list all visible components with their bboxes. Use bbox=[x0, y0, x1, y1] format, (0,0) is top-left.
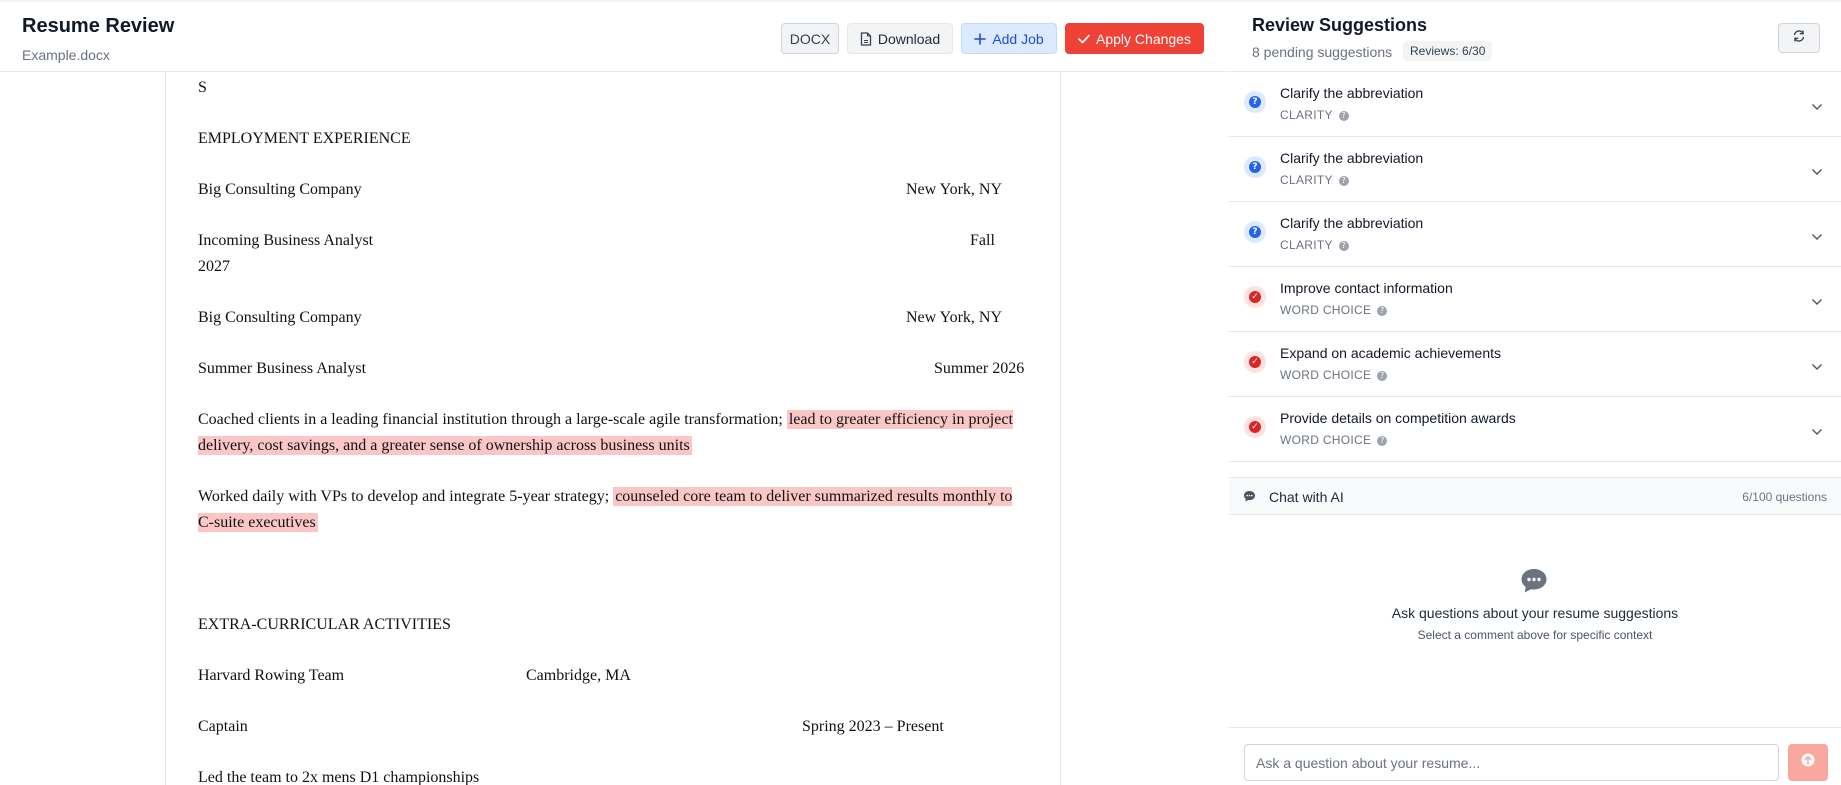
docx-label: DOCX bbox=[789, 30, 831, 47]
help-icon[interactable]: ? bbox=[1338, 110, 1349, 121]
file-icon bbox=[860, 31, 872, 46]
file-name: Example.docx bbox=[22, 47, 110, 63]
activity-location: Cambridge, MA bbox=[526, 667, 631, 684]
review-title: Review Suggestions bbox=[1252, 15, 1428, 35]
suggestion-item[interactable]: ? Clarify the abbreviation CLARITY? bbox=[1229, 137, 1841, 202]
job-location: New York, NY bbox=[906, 181, 1003, 198]
activity-role: Captain bbox=[198, 718, 248, 735]
job-date-continued: 2027 bbox=[198, 258, 230, 275]
suggestion-category: WORD CHOICE? bbox=[1280, 368, 1388, 382]
job-bullet: Worked daily with VPs to develop and int… bbox=[198, 484, 1028, 536]
send-button[interactable] bbox=[1788, 744, 1828, 781]
suggestion-item[interactable]: ? Clarify the abbreviation CLARITY? bbox=[1229, 202, 1841, 267]
chat-input[interactable] bbox=[1244, 744, 1779, 781]
suggestion-title: Clarify the abbreviation bbox=[1280, 215, 1424, 231]
chat-empty-subtitle: Select a comment above for specific cont… bbox=[1417, 628, 1653, 642]
chevron-down-icon[interactable] bbox=[1811, 358, 1823, 376]
chevron-down-icon[interactable] bbox=[1811, 228, 1823, 246]
help-icon[interactable]: ? bbox=[1338, 175, 1349, 186]
help-icon[interactable]: ? bbox=[1338, 240, 1349, 251]
category-label: CLARITY bbox=[1280, 108, 1333, 122]
pending-count: 8 pending suggestions bbox=[1252, 44, 1393, 60]
job-role: Incoming Business Analyst bbox=[198, 232, 374, 249]
job-company: Big Consulting Company bbox=[198, 181, 362, 198]
document-page: S EMPLOYMENT EXPERIENCE Big Consulting C… bbox=[165, 72, 1061, 785]
send-arrow-icon bbox=[1801, 753, 1815, 772]
check-circle-icon: ✓ bbox=[1244, 286, 1266, 308]
job-location: New York, NY bbox=[906, 309, 1003, 326]
reviews-badge: Reviews: 6/30 bbox=[1403, 41, 1493, 61]
chevron-down-icon[interactable] bbox=[1811, 293, 1823, 311]
refresh-icon bbox=[1792, 29, 1806, 48]
suggestion-title: Provide details on competition awards bbox=[1280, 410, 1516, 426]
suggestion-title: Clarify the abbreviation bbox=[1280, 85, 1424, 101]
category-label: CLARITY bbox=[1280, 173, 1333, 187]
suggestion-item[interactable]: ✓ Expand on academic achievements WORD C… bbox=[1229, 332, 1841, 397]
help-icon[interactable]: ? bbox=[1377, 305, 1388, 316]
category-label: WORD CHOICE bbox=[1280, 368, 1372, 382]
suggestion-category: CLARITY? bbox=[1280, 108, 1349, 122]
chat-bubble-icon bbox=[1243, 490, 1256, 508]
suggestion-category: CLARITY? bbox=[1280, 238, 1349, 252]
section-heading-employment: EMPLOYMENT EXPERIENCE bbox=[198, 130, 411, 147]
check-circle-icon: ✓ bbox=[1244, 416, 1266, 438]
question-circle-icon: ? bbox=[1244, 91, 1266, 113]
activity-date: Spring 2023 – Present bbox=[802, 718, 944, 735]
job-date: Summer 2026 bbox=[934, 360, 1025, 377]
suggestion-category: WORD CHOICE? bbox=[1280, 303, 1388, 317]
job-role: Summer Business Analyst bbox=[198, 360, 367, 377]
job-date: Fall bbox=[970, 232, 995, 249]
download-button[interactable]: Download bbox=[847, 23, 953, 54]
chevron-down-icon[interactable] bbox=[1811, 98, 1823, 116]
suggestion-title: Improve contact information bbox=[1280, 280, 1453, 296]
category-label: CLARITY bbox=[1280, 238, 1333, 252]
apply-changes-button[interactable]: Apply Changes bbox=[1065, 23, 1204, 54]
check-circle-icon: ✓ bbox=[1244, 351, 1266, 373]
review-pane: Review Suggestions 8 pending suggestions… bbox=[1229, 0, 1841, 785]
download-label: Download bbox=[877, 30, 941, 47]
chevron-down-icon[interactable] bbox=[1811, 163, 1823, 181]
bullet-text: Worked daily with VPs to develop and int… bbox=[198, 488, 614, 505]
activity-org: Harvard Rowing Team bbox=[198, 667, 345, 684]
question-count: 6/100 questions bbox=[1742, 490, 1827, 504]
question-circle-icon: ? bbox=[1244, 156, 1266, 178]
job-bullet: Coached clients in a leading financial i… bbox=[198, 407, 1028, 459]
category-label: WORD CHOICE bbox=[1280, 303, 1372, 317]
add-job-label: Add Job bbox=[992, 30, 1044, 47]
plus-icon bbox=[974, 32, 987, 45]
docx-format-button[interactable]: DOCX bbox=[781, 23, 839, 54]
help-icon[interactable]: ? bbox=[1377, 435, 1388, 446]
chat-header[interactable]: Chat with AI 6/100 questions bbox=[1229, 477, 1841, 515]
check-icon bbox=[1078, 34, 1090, 44]
review-header: Review Suggestions 8 pending suggestions… bbox=[1229, 0, 1841, 72]
refresh-button[interactable] bbox=[1778, 23, 1820, 53]
help-icon[interactable]: ? bbox=[1377, 370, 1388, 381]
chevron-down-icon[interactable] bbox=[1811, 423, 1823, 441]
document-header: Resume Review Example.docx DOCX Download… bbox=[0, 0, 1228, 72]
chat-input-bar bbox=[1229, 727, 1841, 785]
category-label: WORD CHOICE bbox=[1280, 433, 1372, 447]
suggestion-item[interactable]: ✓ Improve contact information WORD CHOIC… bbox=[1229, 267, 1841, 332]
bullet-text: Coached clients in a leading financial i… bbox=[198, 411, 787, 428]
document-viewer[interactable]: S EMPLOYMENT EXPERIENCE Big Consulting C… bbox=[0, 72, 1228, 785]
job-company: Big Consulting Company bbox=[198, 309, 362, 326]
apply-changes-label: Apply Changes bbox=[1096, 30, 1191, 47]
suggestion-item[interactable]: ? Clarify the abbreviation CLARITY? bbox=[1229, 72, 1841, 137]
suggestion-list: ? Clarify the abbreviation CLARITY? ? Cl… bbox=[1229, 72, 1841, 462]
page-title: Resume Review bbox=[22, 15, 175, 37]
suggestion-title: Expand on academic achievements bbox=[1280, 345, 1502, 361]
suggestion-category: WORD CHOICE? bbox=[1280, 433, 1388, 447]
chat-title: Chat with AI bbox=[1269, 489, 1344, 505]
chat-bubble-icon bbox=[1520, 568, 1548, 599]
suggestion-item[interactable]: ✓ Provide details on competition awards … bbox=[1229, 397, 1841, 462]
activity-bullet: Led the team to 2x mens D1 championships bbox=[198, 769, 480, 785]
document-pane: Resume Review Example.docx DOCX Download… bbox=[0, 0, 1228, 785]
chat-empty-title: Ask questions about your resume suggesti… bbox=[1391, 605, 1679, 621]
suggestion-title: Clarify the abbreviation bbox=[1280, 150, 1424, 166]
question-circle-icon: ? bbox=[1244, 221, 1266, 243]
add-job-button[interactable]: Add Job bbox=[961, 23, 1057, 54]
suggestion-category: CLARITY? bbox=[1280, 173, 1349, 187]
section-heading-extracurricular: EXTRA-CURRICULAR ACTIVITIES bbox=[198, 616, 451, 633]
doc-partial-text: S bbox=[198, 79, 207, 96]
